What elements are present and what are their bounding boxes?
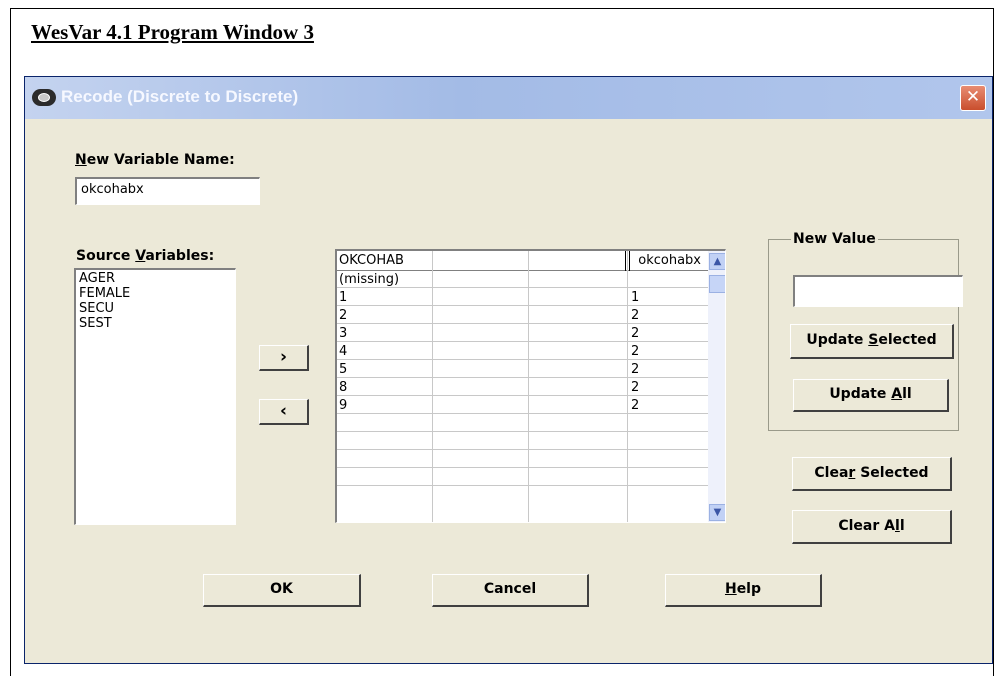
update-all-button[interactable]: Update All — [793, 379, 949, 412]
source-variable-item[interactable]: FEMALE — [76, 286, 235, 301]
grid-cell-new[interactable]: 2 — [629, 361, 639, 378]
grid-cell-new[interactable]: 2 — [629, 379, 639, 396]
update-selected-post: elected — [878, 332, 937, 348]
clear-all-button[interactable]: Clear All — [792, 510, 952, 544]
grid-vertical-scrollbar[interactable]: ▲ ▼ — [708, 251, 725, 522]
grid-cell-new[interactable] — [629, 271, 631, 288]
grid-cell-new[interactable]: 2 — [629, 397, 639, 414]
new-variable-name-label: New Variable Name: — [75, 152, 235, 168]
table-row[interactable]: (missing) — [337, 271, 725, 288]
table-row[interactable]: 52 — [337, 361, 725, 378]
grid-cell-new[interactable] — [629, 451, 631, 468]
window-title: Recode (Discrete to Discrete) — [61, 87, 299, 106]
clear-selected-post: Selected — [855, 465, 929, 481]
new-variable-name-input[interactable]: okcohabx — [75, 177, 260, 205]
update-selected-pre: Update — [806, 332, 869, 348]
grid-cell-source[interactable]: (missing) — [337, 271, 399, 288]
source-variables-label-post: ariables: — [145, 248, 215, 264]
update-selected-button[interactable]: Update Selected — [790, 324, 954, 359]
clear-all-post: l — [899, 518, 905, 534]
table-row[interactable] — [337, 469, 725, 486]
grid-cell-source[interactable] — [337, 469, 339, 486]
source-variables-mnemonic: V — [135, 248, 146, 264]
header-separator — [629, 251, 630, 271]
grid-cell-source[interactable]: 4 — [337, 343, 347, 360]
grid-cell-new[interactable]: 2 — [629, 343, 639, 360]
clear-selected-pre: Clea — [814, 465, 849, 481]
grid-header-source[interactable]: OKCOHAB — [337, 251, 432, 271]
ok-button[interactable]: OK — [203, 574, 361, 607]
update-selected-mnemonic: S — [868, 332, 879, 348]
grid-cell-source[interactable] — [337, 451, 339, 468]
table-row[interactable] — [337, 415, 725, 432]
table-row[interactable]: 82 — [337, 379, 725, 396]
close-button[interactable]: ✕ — [960, 85, 986, 111]
grid-cell-new[interactable] — [629, 469, 631, 486]
source-variables-label: Source Variables: — [76, 248, 214, 264]
add-variable-button[interactable]: › — [259, 345, 309, 371]
scroll-up-icon[interactable]: ▲ — [709, 253, 725, 270]
header-separator — [625, 251, 626, 271]
update-all-post: ll — [902, 386, 912, 402]
source-variables-label-pre: Source — [76, 248, 136, 264]
grid-cell-new[interactable]: 1 — [629, 289, 639, 306]
grid-cell-source[interactable] — [337, 415, 339, 432]
grid-cell-new[interactable] — [629, 415, 631, 432]
table-row[interactable]: 92 — [337, 397, 725, 414]
grid-cell-new[interactable]: 2 — [629, 325, 639, 342]
source-variables-list[interactable]: AGER FEMALE SECU SEST — [74, 268, 236, 525]
source-variable-item[interactable]: SECU — [76, 301, 235, 316]
table-row[interactable]: 11 — [337, 289, 725, 306]
clear-selected-button[interactable]: Clear Selected — [792, 457, 952, 491]
table-row[interactable] — [337, 433, 725, 450]
help-label-post: elp — [736, 581, 762, 597]
grid-cell-source[interactable]: 1 — [337, 289, 347, 306]
scroll-down-icon[interactable]: ▼ — [709, 504, 725, 521]
recode-grid[interactable]: OKCOHAB okcohabx (missing) 11 22 32 42 5… — [335, 249, 726, 523]
grid-cell-source[interactable]: 8 — [337, 379, 347, 396]
help-button[interactable]: Help — [665, 574, 822, 607]
clear-all-pre: Clear A — [838, 518, 895, 534]
grid-header-blank[interactable] — [433, 251, 528, 271]
cancel-button[interactable]: Cancel — [432, 574, 589, 607]
grid-header-row: OKCOHAB okcohabx — [337, 251, 725, 271]
grid-cell-source[interactable]: 2 — [337, 307, 347, 324]
grid-cell-source[interactable] — [337, 433, 339, 450]
new-variable-name-label-text: ew Variable Name: — [86, 152, 235, 168]
help-mnemonic: H — [724, 581, 737, 597]
scroll-thumb[interactable] — [709, 275, 725, 293]
document-title: WesVar 4.1 Program Window 3 — [31, 20, 314, 44]
new-value-input[interactable] — [793, 275, 963, 307]
grid-cell-new[interactable] — [629, 433, 631, 450]
new-variable-name-mnemonic: N — [75, 152, 87, 168]
update-all-pre: Update — [829, 386, 892, 402]
grid-cell-new[interactable]: 2 — [629, 307, 639, 324]
grid-cell-source[interactable]: 9 — [337, 397, 347, 414]
grid-cell-source[interactable]: 5 — [337, 361, 347, 378]
grid-header-new[interactable]: okcohabx — [631, 251, 705, 271]
table-row[interactable]: 42 — [337, 343, 725, 360]
title-bar[interactable]: Recode (Discrete to Discrete) ✕ — [25, 77, 992, 119]
grid-cell-source[interactable]: 3 — [337, 325, 347, 342]
table-row[interactable] — [337, 451, 725, 468]
new-value-group-label: New Value — [791, 231, 878, 247]
source-variable-item[interactable]: SEST — [76, 316, 235, 331]
remove-variable-button[interactable]: ‹ — [259, 399, 309, 425]
recode-dialog: Recode (Discrete to Discrete) ✕ New Vari… — [24, 76, 993, 664]
table-row[interactable]: 32 — [337, 325, 725, 342]
wesvar-app-icon — [32, 89, 56, 106]
source-variable-item[interactable]: AGER — [76, 271, 235, 286]
grid-header-blank[interactable] — [529, 251, 625, 271]
table-row[interactable]: 22 — [337, 307, 725, 324]
update-all-mnemonic: A — [891, 386, 903, 402]
